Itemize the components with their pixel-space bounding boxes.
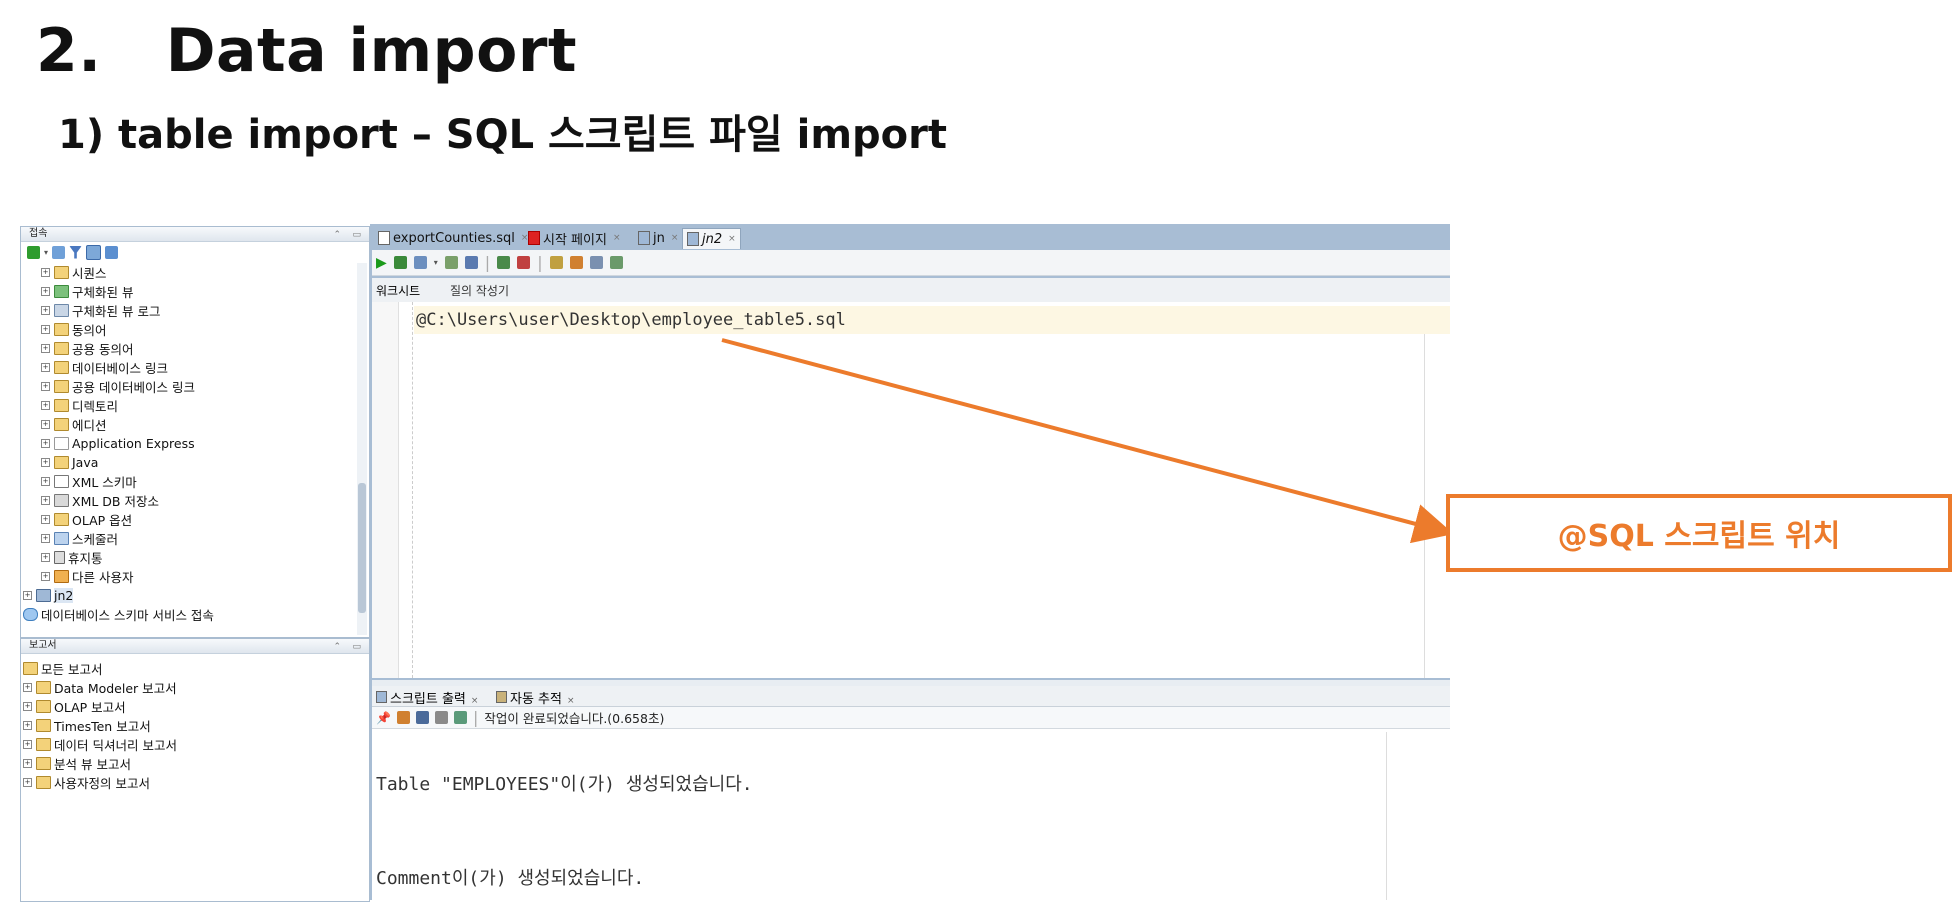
annotation-arrow — [721, 338, 1454, 544]
callout-box: @SQL 스크립트 위치 — [1446, 494, 1952, 572]
callout-text: @SQL 스크립트 위치 — [1557, 519, 1841, 554]
arrow-line — [721, 338, 1454, 544]
